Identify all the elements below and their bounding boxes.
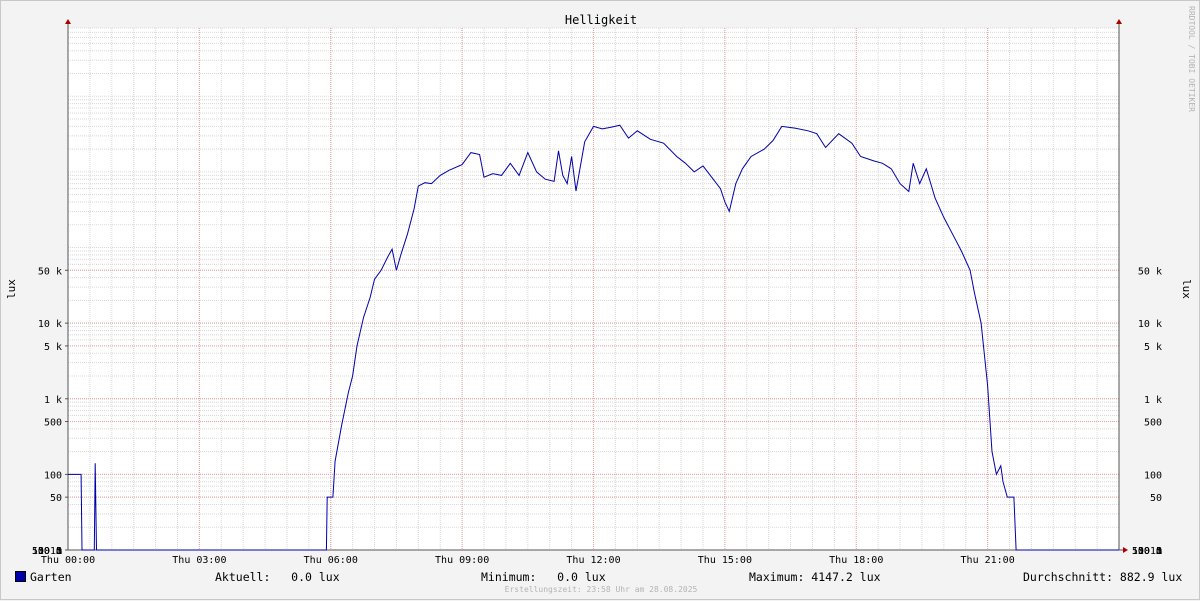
y-tick-label-left: 50 k	[38, 266, 62, 277]
y-tick-label-right: 50	[1150, 493, 1162, 504]
chart-title: Helligkeit	[565, 13, 637, 27]
y-tick-label-right: 500	[1144, 418, 1162, 429]
y-tick-label-right: 5 k	[1144, 342, 1162, 353]
x-axis-arrow	[1123, 547, 1128, 553]
y-axis-arrow-left	[65, 19, 71, 24]
legend-average: Durchschnitt: 882.9 lux	[1023, 570, 1183, 584]
x-tick-label: Thu 21:00	[961, 555, 1015, 566]
y-tick-label-left: 5 k	[44, 342, 62, 353]
y-tick-label-left: 500	[44, 418, 62, 429]
y-axis-arrow-right	[1116, 19, 1122, 24]
y-tick-label-right: 50 k	[1138, 266, 1162, 277]
graph-frame: Thu 00:00 Thu 03:00 Thu 06:00 Thu 09:00 Thu …	[0, 0, 1200, 600]
x-tick-label: Thu 18:00	[829, 555, 883, 566]
legend: Garten Aktuell: 0.0 lux Minimum: 0.0 lux…	[15, 569, 1187, 585]
y-tick-label-right: 100	[1144, 470, 1162, 481]
y-tick-label-right: 1 k	[1144, 395, 1162, 406]
x-tick-label: Thu 12:00	[566, 555, 620, 566]
y-tick-label-right: 10 k	[1138, 319, 1162, 330]
legend-minimum: Minimum: 0.0 lux	[481, 570, 606, 584]
legend-swatch-garten	[15, 571, 26, 582]
y-axis-label-right: lux	[1180, 279, 1193, 299]
y-tick-label-left: 10 k	[38, 319, 62, 330]
legend-maximum: Maximum: 4147.2 lux	[749, 570, 881, 584]
y-tick-label-left: 1 k	[44, 395, 62, 406]
x-tick-label: Thu 03:00	[172, 555, 226, 566]
creation-time-footer: Erstellungszeit: 23:58 Uhr am 28.08.2025	[504, 585, 698, 594]
rrdtool-watermark: RRDTOOL / TOBI OETIKER	[1187, 6, 1196, 112]
x-tick-label: Thu 15:00	[698, 555, 752, 566]
x-tick-label: Thu 09:00	[435, 555, 489, 566]
legend-series-name: Garten	[30, 570, 72, 584]
x-tick-label: Thu 06:00	[304, 555, 358, 566]
y-tick-label-left: 100	[44, 470, 62, 481]
y-tick-label-left: 50	[50, 493, 62, 504]
brightness-chart: Thu 00:00 Thu 03:00 Thu 06:00 Thu 09:00 Thu …	[5, 6, 1196, 566]
legend-current: Aktuell: 0.0 lux	[215, 570, 340, 584]
y-tick-label-left: 10	[50, 546, 62, 557]
y-axis-label-left: lux	[5, 279, 18, 299]
y-tick-label-right: 10	[1150, 546, 1162, 557]
